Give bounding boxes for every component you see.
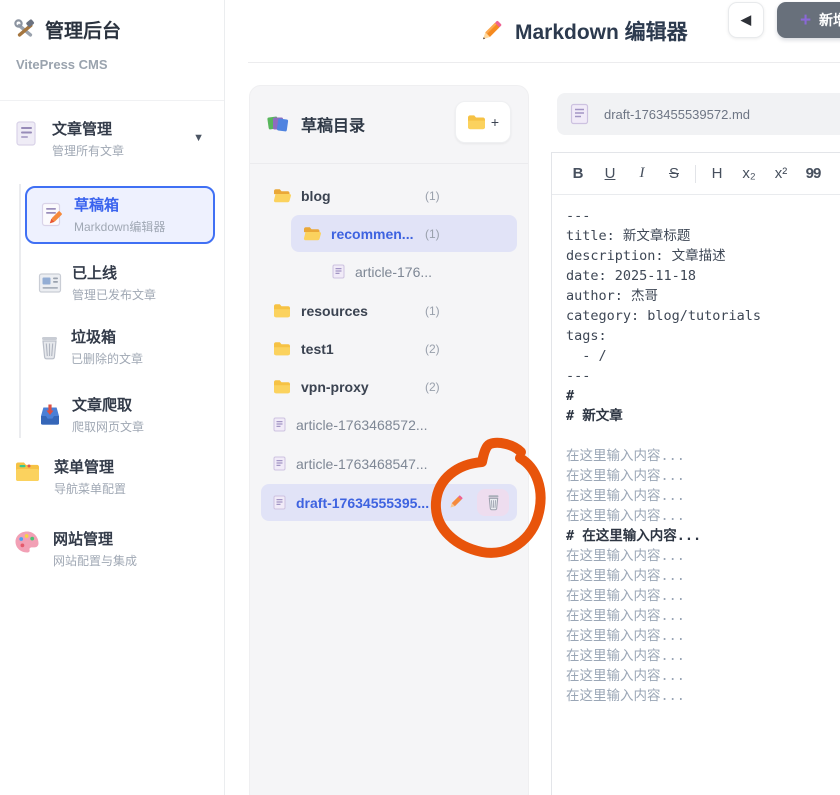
item-count: (2) xyxy=(425,342,440,356)
group-label: 文章管理 xyxy=(52,120,124,139)
plus-icon: + xyxy=(800,11,811,30)
palette-icon xyxy=(14,530,40,554)
file-icon xyxy=(273,456,286,471)
header-divider xyxy=(248,62,840,63)
blockquote-button[interactable]: 99 xyxy=(797,165,829,182)
hammer-wrench-icon xyxy=(14,19,36,41)
sidebar-group-menu[interactable]: 菜单管理 导航菜单配置 xyxy=(14,458,126,497)
item-count: (2) xyxy=(425,380,440,394)
inbox-tray-icon xyxy=(38,403,62,427)
item-desc: 爬取网页文章 xyxy=(72,418,144,435)
tree-row-file-article-1763468547[interactable]: article-1763468547... xyxy=(261,445,517,482)
collapse-panel-button[interactable]: ◀ xyxy=(728,2,764,38)
sidebar-divider xyxy=(0,100,224,101)
item-desc: Markdown编辑器 xyxy=(74,218,165,235)
admin-app: 管理后台 VitePress CMS 文章管理 管理所有文章 ▼ xyxy=(0,0,840,795)
folder-icon xyxy=(273,341,291,356)
italic-button[interactable]: I xyxy=(626,165,658,182)
sidebar: 管理后台 VitePress CMS 文章管理 管理所有文章 ▼ xyxy=(0,0,225,795)
newspaper-icon xyxy=(38,272,62,294)
tree-panel-title: 草稿目录 xyxy=(267,112,365,136)
memo-pencil-icon xyxy=(40,202,64,228)
item-label: 文章爬取 xyxy=(72,396,144,415)
group-desc: 网站配置与集成 xyxy=(53,552,137,569)
delete-trash-button[interactable] xyxy=(477,489,509,516)
tree-row-file-draft-selected[interactable]: draft-17634555395... xyxy=(261,484,517,521)
chevron-down-icon[interactable]: ▼ xyxy=(193,132,204,144)
item-label: 垃圾箱 xyxy=(71,328,143,347)
folder-open-icon xyxy=(273,188,291,203)
tree-row-folder-test1[interactable]: test1 (2) xyxy=(261,330,517,367)
app-title-row: 管理后台 xyxy=(14,16,121,43)
tree-row-folder-recommended[interactable]: recommen... (1) xyxy=(291,215,517,252)
folder-icon xyxy=(467,114,486,130)
pencil-icon xyxy=(478,18,504,44)
tree-row-folder-resources[interactable]: resources (1) xyxy=(261,292,517,329)
sidebar-group-site[interactable]: 网站管理 网站配置与集成 xyxy=(14,530,137,569)
open-file-bar: draft-1763455539572.md xyxy=(557,93,840,135)
item-label: 已上线 xyxy=(72,264,156,283)
markdown-editor: B U I S H x₂ x² 99 ---title: 新文章标题descri… xyxy=(551,152,840,795)
folder-open-icon xyxy=(303,226,321,241)
superscript-button[interactable]: x² xyxy=(765,165,797,182)
editor-lines[interactable]: ---title: 新文章标题description: 文章描述date: 20… xyxy=(566,206,840,706)
tree-title-text: 草稿目录 xyxy=(301,112,365,136)
open-file-name: draft-1763455539572.md xyxy=(604,107,750,122)
plus-label: + xyxy=(491,114,499,130)
tree-header-divider xyxy=(250,163,528,164)
page-title: Markdown 编辑器 xyxy=(478,16,688,46)
folder-icon xyxy=(273,379,291,394)
books-icon xyxy=(267,114,289,134)
sidebar-item-scrape[interactable]: 文章爬取 爬取网页文章 xyxy=(25,390,215,440)
app-title: 管理后台 xyxy=(45,16,121,43)
editor-toolbar: B U I S H x₂ x² 99 xyxy=(552,153,840,195)
page-title-text: Markdown 编辑器 xyxy=(515,16,688,46)
document-icon xyxy=(14,120,39,147)
item-count: (1) xyxy=(425,189,440,203)
draft-tree-panel: 草稿目录 + blog (1) recommen... xyxy=(249,85,529,795)
new-folder-button[interactable]: + xyxy=(455,101,511,143)
subscript-button[interactable]: x₂ xyxy=(733,165,765,182)
file-icon xyxy=(273,495,286,510)
bold-button[interactable]: B xyxy=(562,165,594,182)
edit-pencil-icon[interactable] xyxy=(447,493,465,511)
item-desc: 管理已发布文章 xyxy=(72,286,156,303)
tree-row-file-article-1763468572[interactable]: article-1763468572... xyxy=(261,406,517,443)
group-label: 网站管理 xyxy=(53,530,137,549)
folder-icon xyxy=(273,303,291,318)
group-desc: 管理所有文章 xyxy=(52,142,124,159)
item-count: (1) xyxy=(425,227,440,241)
sidebar-item-drafts[interactable]: 草稿箱 Markdown编辑器 xyxy=(25,186,215,244)
page-header: Markdown 编辑器 ◀ + 新增 打开草稿 xyxy=(225,0,840,63)
file-icon xyxy=(570,103,589,125)
item-desc: 已删除的文章 xyxy=(71,350,143,367)
item-count: (1) xyxy=(425,304,440,318)
strikethrough-button[interactable]: S xyxy=(658,165,690,182)
file-icon xyxy=(273,417,286,432)
underline-button[interactable]: U xyxy=(594,165,626,182)
heading-button[interactable]: H xyxy=(701,165,733,182)
tree-row-folder-vpn-proxy[interactable]: vpn-proxy (2) xyxy=(261,368,517,405)
tree-row-file-article-176[interactable]: article-176... xyxy=(261,253,517,290)
indent-guide xyxy=(19,184,21,438)
app-subtitle: VitePress CMS xyxy=(16,57,108,72)
card-folder-icon xyxy=(14,458,41,483)
triangle-left-icon: ◀ xyxy=(741,12,751,28)
item-label: 草稿箱 xyxy=(74,196,165,215)
sidebar-group-articles[interactable]: 文章管理 管理所有文章 xyxy=(14,120,124,159)
tree-row-folder-blog[interactable]: blog (1) xyxy=(261,177,517,214)
group-desc: 导航菜单配置 xyxy=(54,480,126,497)
group-label: 菜单管理 xyxy=(54,458,126,477)
sidebar-item-published[interactable]: 已上线 管理已发布文章 xyxy=(25,258,215,308)
sidebar-item-trash[interactable]: 垃圾箱 已删除的文章 xyxy=(25,322,215,372)
wastebasket-icon xyxy=(38,335,61,360)
add-draft-button[interactable]: + 新增 xyxy=(777,2,840,38)
toolbar-divider xyxy=(695,165,696,183)
file-icon xyxy=(332,264,345,279)
